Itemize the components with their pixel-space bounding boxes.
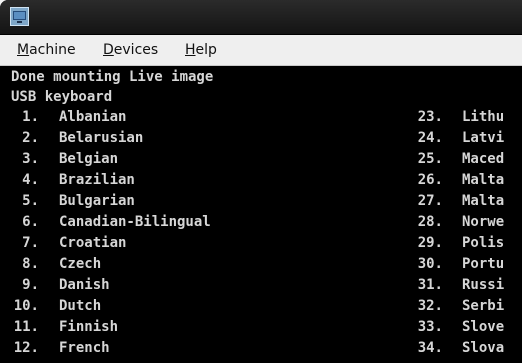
menu-help-label: elp	[195, 42, 217, 58]
menu-machine-label: achine	[29, 42, 76, 58]
layout-number: 8.	[22, 256, 39, 272]
layout-number: 23.	[417, 109, 443, 125]
layout-number: 28.	[417, 214, 443, 230]
layout-name: Malta	[462, 172, 505, 188]
layout-number: 25.	[417, 151, 443, 167]
layout-row: 11. Finnish 33. Slove	[0, 318, 522, 336]
layout-row: 1. Albanian 23. Lithu	[0, 108, 522, 126]
layout-number: 9.	[22, 277, 39, 293]
layout-number: 33.	[417, 319, 443, 335]
layout-row: 9. Danish 31. Russi	[0, 276, 522, 294]
layout-number: 3.	[22, 151, 39, 167]
layout-number: 5.	[22, 193, 39, 209]
layout-row: 12. French 34. Slova	[0, 339, 522, 357]
layout-name: French	[59, 340, 110, 356]
menu-bar: Machine Devices Help	[0, 35, 522, 66]
menu-devices-label: evices	[113, 42, 159, 58]
layout-row: 2. Belarusian 24. Latvi	[0, 129, 522, 147]
layout-name: Malta	[462, 193, 505, 209]
menu-machine[interactable]: Machine	[17, 42, 76, 58]
layout-number: 1.	[22, 109, 39, 125]
menu-devices[interactable]: Devices	[103, 42, 158, 58]
layout-name: Albanian	[59, 109, 127, 125]
menu-machine-mnemonic: M	[17, 42, 30, 58]
layout-row: 6. Canadian-Bilingual 28. Norwe	[0, 213, 522, 231]
layout-row: 8. Czech 30. Portu	[0, 255, 522, 273]
layout-number: 31.	[417, 277, 443, 293]
layout-name: Maced	[462, 151, 505, 167]
vm-window: Machine Devices Help Done mounting Live …	[0, 0, 522, 363]
title-bar[interactable]	[0, 0, 522, 35]
layout-name: Russi	[462, 277, 505, 293]
layout-name: Lithu	[462, 109, 505, 125]
layout-name: Slova	[462, 340, 505, 356]
layout-name: Dutch	[59, 298, 102, 314]
layout-number: 12.	[13, 340, 39, 356]
layout-row: 7. Croatian 29. Polis	[0, 234, 522, 252]
layout-name: Bulgarian	[59, 193, 135, 209]
layout-name: Czech	[59, 256, 102, 272]
layout-name: Canadian-Bilingual	[59, 214, 211, 230]
layout-number: 27.	[417, 193, 443, 209]
menu-help[interactable]: Help	[185, 42, 217, 58]
layout-number: 4.	[22, 172, 39, 188]
layout-row: 4. Brazilian 26. Malta	[0, 171, 522, 189]
layout-name: Finnish	[59, 319, 119, 335]
layout-row: 5. Bulgarian 27. Malta	[0, 192, 522, 210]
layout-number: 30.	[417, 256, 443, 272]
keyboard-heading: USB keyboard	[11, 89, 113, 105]
menu-help-mnemonic: H	[185, 42, 196, 58]
layout-name: Croatian	[59, 235, 127, 251]
layout-name: Polis	[462, 235, 505, 251]
layout-name: Brazilian	[59, 172, 135, 188]
layout-number: 26.	[417, 172, 443, 188]
app-icon	[10, 7, 29, 26]
layout-number: 7.	[22, 235, 39, 251]
layout-number: 24.	[417, 130, 443, 146]
layout-name: Serbi	[462, 298, 505, 314]
layout-number: 29.	[417, 235, 443, 251]
layout-row: 10. Dutch 32. Serbi	[0, 297, 522, 315]
menu-devices-mnemonic: D	[103, 42, 114, 58]
layout-number: 11.	[13, 319, 39, 335]
layout-name: Belgian	[59, 151, 119, 167]
layout-name: Norwe	[462, 214, 505, 230]
layout-number: 6.	[22, 214, 39, 230]
layout-number: 32.	[417, 298, 443, 314]
status-line: Done mounting Live image	[11, 69, 214, 85]
layout-name: Belarusian	[59, 130, 144, 146]
console-screen[interactable]: Done mounting Live image USB keyboard 1.…	[0, 66, 522, 363]
layout-name: Danish	[59, 277, 110, 293]
layout-name: Slove	[462, 319, 505, 335]
layout-name: Portu	[462, 256, 505, 272]
layout-name: Latvi	[462, 130, 505, 146]
layout-number: 10.	[13, 298, 39, 314]
layout-row: 3. Belgian 25. Maced	[0, 150, 522, 168]
layout-number: 2.	[22, 130, 39, 146]
layout-number: 34.	[417, 340, 443, 356]
